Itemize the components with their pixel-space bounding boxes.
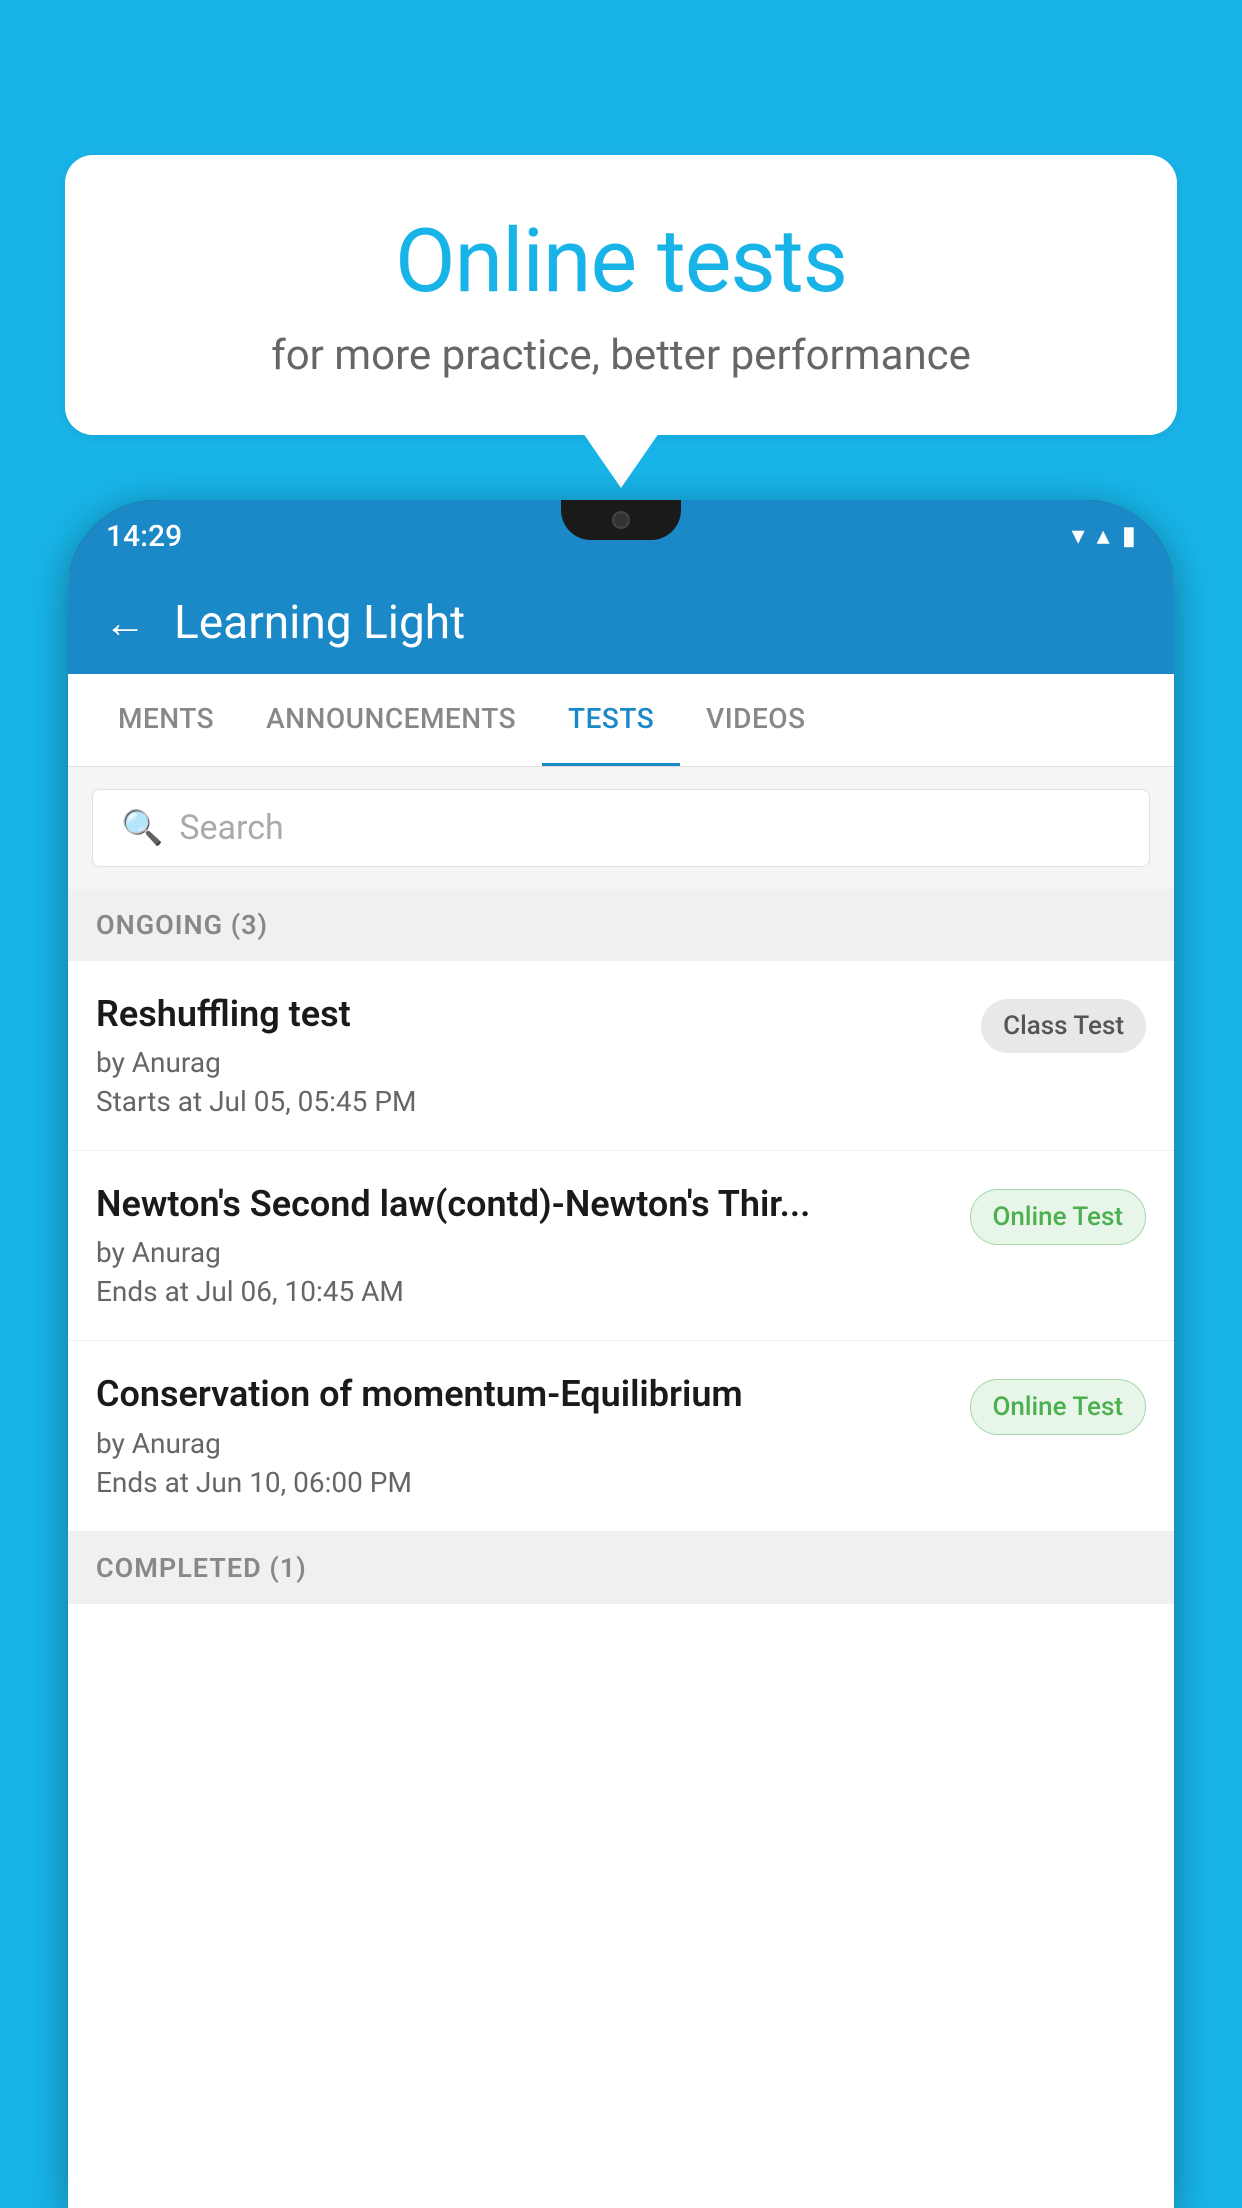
test-item[interactable]: Conservation of momentum-Equilibrium by … xyxy=(68,1341,1174,1531)
status-icons: ▾ ▴ ▮ xyxy=(1072,521,1136,551)
test-by: by Anurag xyxy=(96,1046,965,1079)
notch xyxy=(561,500,681,540)
test-info: Newton's Second law(contd)-Newton's Thir… xyxy=(96,1183,954,1308)
signal-icon: ▴ xyxy=(1097,521,1110,551)
tab-ments[interactable]: MENTS xyxy=(92,674,240,766)
app-header: ← Learning Light xyxy=(68,572,1174,674)
test-item[interactable]: Newton's Second law(contd)-Newton's Thir… xyxy=(68,1151,1174,1341)
tab-videos[interactable]: VIDEOS xyxy=(680,674,831,766)
search-container: 🔍 Search xyxy=(68,767,1174,889)
test-time: Ends at Jun 10, 06:00 PM xyxy=(96,1466,954,1499)
test-list: Reshuffling test by Anurag Starts at Jul… xyxy=(68,961,1174,1532)
test-by: by Anurag xyxy=(96,1236,954,1269)
ongoing-section-header: ONGOING (3) xyxy=(68,889,1174,961)
test-badge-online-2: Online Test xyxy=(970,1379,1147,1435)
promo-bubble: Online tests for more practice, better p… xyxy=(65,155,1177,488)
battery-icon: ▮ xyxy=(1122,521,1136,551)
search-input[interactable]: Search xyxy=(179,808,283,848)
test-info: Reshuffling test by Anurag Starts at Jul… xyxy=(96,993,965,1118)
app-title: Learning Light xyxy=(174,596,465,650)
search-icon: 🔍 xyxy=(121,808,163,848)
bubble-title: Online tests xyxy=(135,210,1107,313)
camera xyxy=(612,511,630,529)
status-time: 14:29 xyxy=(106,519,182,554)
test-name: Newton's Second law(contd)-Newton's Thir… xyxy=(96,1183,954,1226)
bubble-card: Online tests for more practice, better p… xyxy=(65,155,1177,435)
tab-announcements[interactable]: ANNOUNCEMENTS xyxy=(240,674,542,766)
test-by: by Anurag xyxy=(96,1427,954,1460)
test-time: Ends at Jul 06, 10:45 AM xyxy=(96,1275,954,1308)
bubble-subtitle: for more practice, better performance xyxy=(135,331,1107,380)
test-name: Reshuffling test xyxy=(96,993,965,1036)
search-bar[interactable]: 🔍 Search xyxy=(92,789,1150,867)
test-name: Conservation of momentum-Equilibrium xyxy=(96,1373,954,1416)
test-badge-class: Class Test xyxy=(981,999,1146,1053)
completed-section-header: COMPLETED (1) xyxy=(68,1532,1174,1604)
phone-screen: ← Learning Light MENTS ANNOUNCEMENTS TES… xyxy=(68,572,1174,2208)
wifi-icon: ▾ xyxy=(1072,521,1085,551)
status-bar: 14:29 ▾ ▴ ▮ xyxy=(68,500,1174,572)
test-info: Conservation of momentum-Equilibrium by … xyxy=(96,1373,954,1498)
back-button[interactable]: ← xyxy=(104,599,146,648)
test-item[interactable]: Reshuffling test by Anurag Starts at Jul… xyxy=(68,961,1174,1151)
bubble-pointer xyxy=(583,433,659,488)
tab-tests[interactable]: TESTS xyxy=(542,674,680,766)
phone-frame: 14:29 ▾ ▴ ▮ ← Learning Light MENTS ANNOU… xyxy=(68,500,1174,2208)
test-time: Starts at Jul 05, 05:45 PM xyxy=(96,1085,965,1118)
tabs-bar: MENTS ANNOUNCEMENTS TESTS VIDEOS xyxy=(68,674,1174,767)
test-badge-online: Online Test xyxy=(970,1189,1147,1245)
